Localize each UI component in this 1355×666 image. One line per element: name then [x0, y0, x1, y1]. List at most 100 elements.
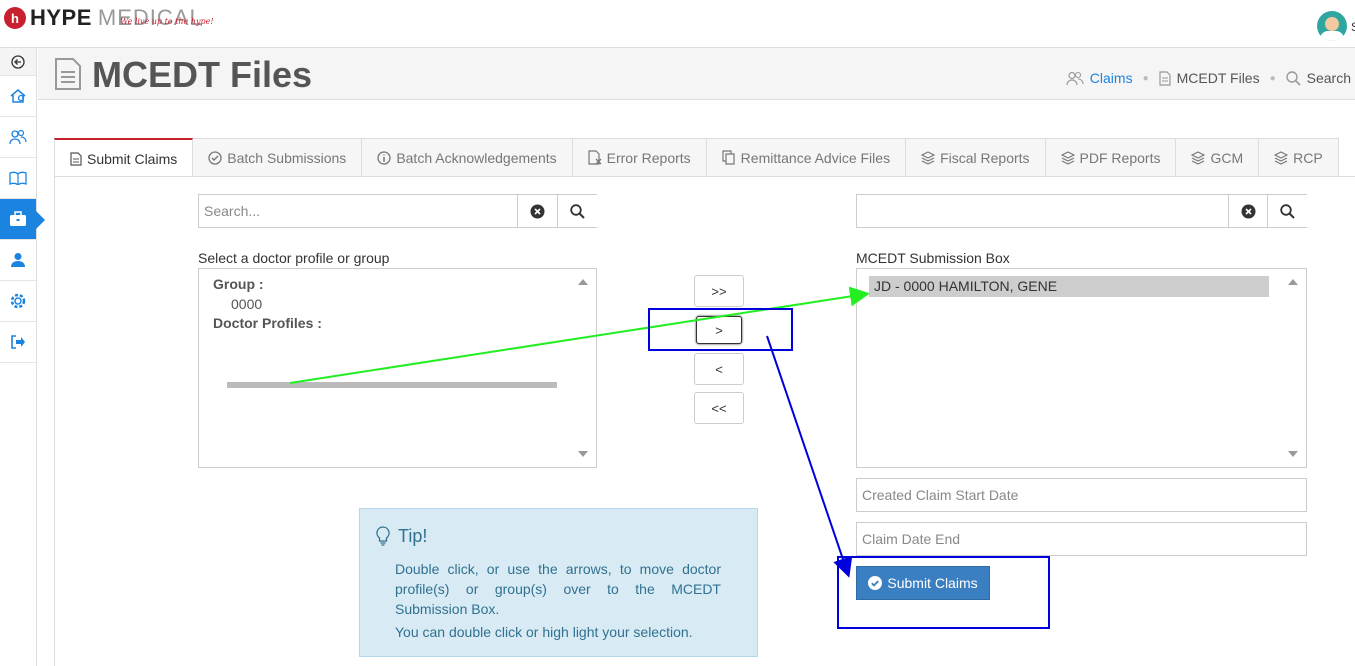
- tab-divider: [54, 176, 1355, 177]
- brand-name-bold: HYPE: [30, 5, 92, 30]
- page-title: MCEDT Files: [92, 54, 313, 95]
- tab-label: Batch Submissions: [227, 149, 347, 166]
- sidebar: [0, 48, 45, 666]
- sidebar-item-logout[interactable]: [0, 322, 36, 363]
- layers-icon: [921, 150, 936, 165]
- tab-batch-acknowledgements[interactable]: Batch Acknowledgements: [362, 138, 573, 177]
- tab-gcm[interactable]: GCM: [1176, 138, 1260, 177]
- page-header: MCEDT Files Claims ● MCEDT Files ● Searc…: [38, 48, 1355, 100]
- sidebar-item-billing[interactable]: [0, 199, 45, 240]
- tab-fiscal-reports[interactable]: Fiscal Reports: [906, 138, 1046, 177]
- scroll-down-arrow[interactable]: [578, 451, 588, 457]
- tab-label: Fiscal Reports: [940, 149, 1030, 166]
- submission-box-label: MCEDT Submission Box: [856, 250, 1010, 266]
- close-circle-icon: [1241, 204, 1256, 218]
- submit-claims-label: Submit Claims: [887, 575, 978, 591]
- submission-search-box: [856, 194, 1307, 228]
- scroll-down-arrow[interactable]: [1288, 451, 1298, 457]
- files-icon: [722, 150, 735, 165]
- horizontal-scrollbar[interactable]: [227, 382, 557, 388]
- back-arrow-icon: [11, 54, 25, 69]
- search-icon: [570, 203, 585, 219]
- tab-pdf-reports[interactable]: PDF Reports: [1045, 138, 1177, 177]
- tab-remittance-advice-files[interactable]: Remittance Advice Files: [706, 138, 907, 177]
- check-circle-icon: [208, 150, 222, 165]
- tip-title: Tip!: [398, 526, 428, 546]
- list-item[interactable]: JD - 0000 HAMILTON, GENE: [869, 276, 1269, 297]
- sidebar-item-book[interactable]: [0, 158, 36, 199]
- tab-submit-claims[interactable]: Submit Claims: [54, 138, 194, 177]
- book-icon: [9, 171, 27, 185]
- clear-search-button[interactable]: [1228, 195, 1268, 227]
- top-bar: h HYPE MEDICAL We live up to the hype! S: [0, 0, 1355, 48]
- collapse-sidebar-button[interactable]: [0, 48, 36, 76]
- sidebar-item-settings[interactable]: [0, 281, 36, 322]
- lightbulb-icon: [376, 526, 390, 546]
- move-all-right-button[interactable]: >>: [694, 275, 744, 307]
- logout-icon: [11, 335, 25, 349]
- clear-search-button[interactable]: [517, 195, 557, 227]
- user-initial[interactable]: S: [1351, 20, 1355, 34]
- claim-start-date-field[interactable]: Created Claim Start Date: [856, 478, 1307, 512]
- sidebar-item-patients[interactable]: [0, 117, 36, 158]
- tab-bar: Submit Claims Batch Submissions Batch Ac…: [54, 138, 1339, 177]
- tab-label: GCM: [1210, 149, 1244, 166]
- file-error-icon: [588, 150, 602, 165]
- info-icon: [377, 150, 391, 165]
- doctor-icon: [11, 253, 25, 267]
- briefcase-icon: [10, 211, 26, 226]
- user-avatar[interactable]: [1317, 11, 1347, 41]
- users-icon: [9, 129, 27, 145]
- tab-label: Batch Acknowledgements: [396, 149, 557, 166]
- doctor-profiles-heading: Doctor Profiles :: [213, 315, 322, 331]
- doctor-select-label: Select a doctor profile or group: [198, 250, 390, 266]
- group-option[interactable]: 0000: [231, 296, 262, 312]
- search-button[interactable]: [1267, 195, 1307, 227]
- submission-search-input[interactable]: [857, 195, 1228, 227]
- brand-tagline: We live up to the hype!: [120, 17, 214, 26]
- tab-rcp[interactable]: RCP: [1259, 138, 1339, 177]
- document-icon: [55, 58, 81, 90]
- doctor-search-box: [198, 194, 597, 228]
- tab-error-reports[interactable]: Error Reports: [572, 138, 707, 177]
- tab-label: Remittance Advice Files: [740, 149, 891, 166]
- brand-badge-icon: h: [4, 7, 26, 29]
- gear-icon: [10, 293, 26, 309]
- search-icon: [1280, 203, 1295, 219]
- breadcrumb-search[interactable]: Search: [1307, 70, 1351, 86]
- tip-text: Double click, or use the arrows, to move…: [395, 561, 721, 617]
- tab-batch-submissions[interactable]: Batch Submissions: [193, 138, 363, 177]
- doctor-profile-list[interactable]: Group : 0000 Doctor Profiles :: [198, 268, 597, 468]
- close-circle-icon: [530, 204, 545, 218]
- breadcrumb-mcedt-files[interactable]: MCEDT Files: [1177, 70, 1260, 86]
- home-settings-icon: [10, 89, 26, 103]
- users-icon: [1066, 71, 1084, 85]
- sidebar-item-dashboard[interactable]: [0, 76, 36, 117]
- submit-claims-button[interactable]: Submit Claims: [856, 566, 990, 600]
- breadcrumb-claims[interactable]: Claims: [1090, 70, 1133, 86]
- search-button[interactable]: [557, 195, 597, 227]
- tab-label: RCP: [1293, 149, 1323, 166]
- tip-panel: Tip! Double click, or use the arrows, to…: [359, 508, 758, 657]
- tab-label: Submit Claims: [87, 150, 178, 167]
- layers-icon: [1274, 150, 1289, 165]
- search-icon: [1285, 70, 1301, 86]
- move-right-button[interactable]: >: [696, 316, 742, 344]
- tab-label: PDF Reports: [1079, 149, 1161, 166]
- layers-icon: [1060, 150, 1075, 165]
- doctor-search-input[interactable]: [199, 195, 517, 227]
- tab-label: Error Reports: [606, 149, 691, 166]
- move-all-left-button[interactable]: <<: [694, 392, 744, 424]
- scroll-up-arrow[interactable]: [578, 279, 588, 285]
- sidebar-item-doctors[interactable]: [0, 240, 36, 281]
- scroll-up-arrow[interactable]: [1288, 279, 1298, 285]
- move-left-button[interactable]: <: [694, 353, 744, 385]
- breadcrumb: Claims ● MCEDT Files ● Search: [1066, 70, 1351, 86]
- document-icon: [70, 151, 82, 166]
- tip-text-secondary: You can double click or high light your …: [395, 624, 693, 640]
- panel-border: [54, 177, 55, 666]
- document-icon: [1159, 70, 1171, 86]
- claim-end-date-field[interactable]: Claim Date End: [856, 522, 1307, 556]
- submission-box-list[interactable]: JD - 0000 HAMILTON, GENE: [856, 268, 1307, 468]
- breadcrumb-separator: ●: [1142, 72, 1149, 84]
